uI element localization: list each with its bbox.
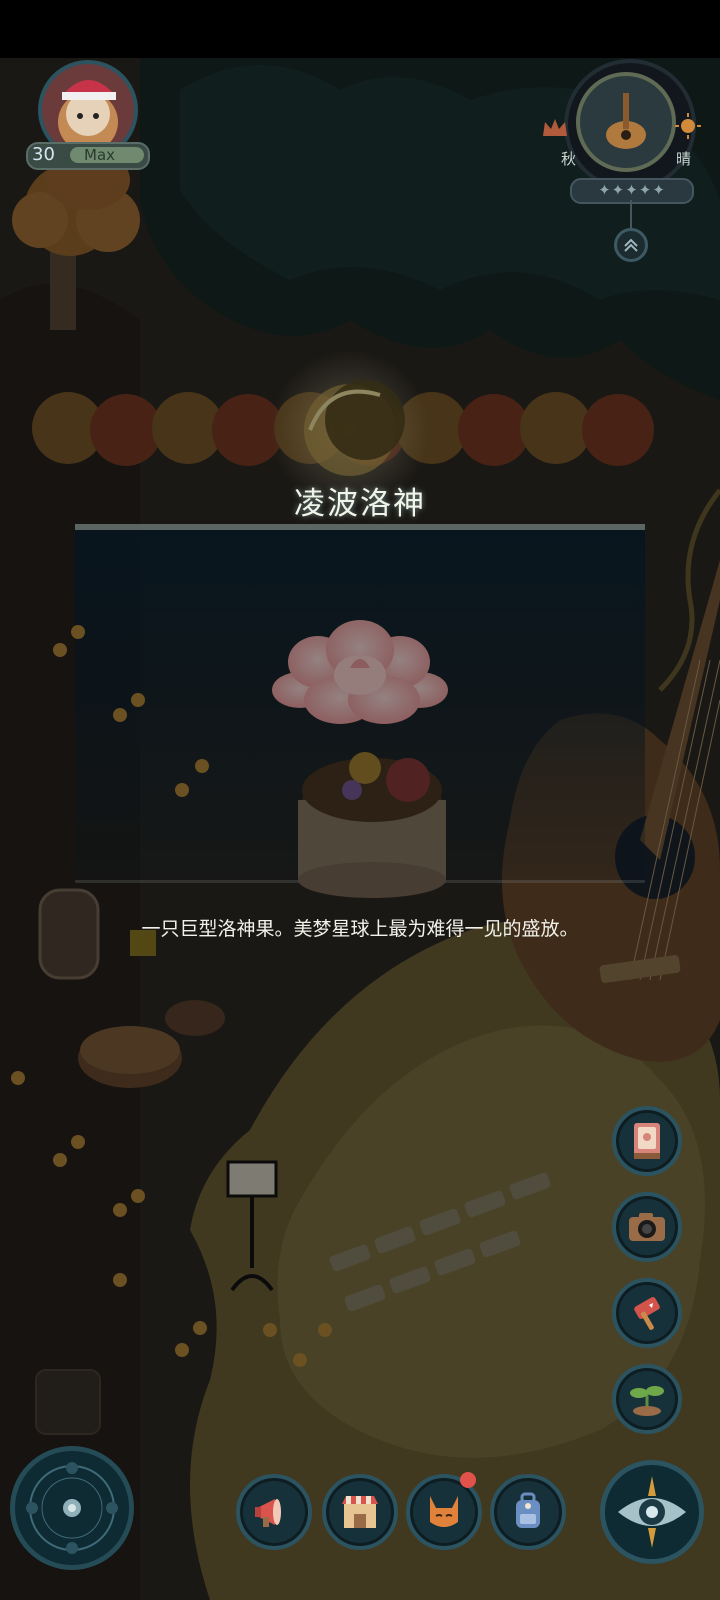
item-description: 一只巨型洛神果。美梦星球上最为难得一见的盛放。 (141, 918, 579, 940)
weather-stars: ✦✦✦✦✦ (570, 178, 694, 204)
camera-icon (629, 1213, 665, 1241)
level-bar: 30 Max (26, 142, 150, 170)
explore-button[interactable] (600, 1460, 704, 1564)
megaphone-icon (255, 1499, 281, 1527)
weather-label: 晴 (676, 150, 692, 168)
camera-button[interactable] (612, 1192, 682, 1262)
compass-eye-icon (618, 1476, 686, 1548)
level-number: 30 (32, 144, 55, 165)
sun-icon (674, 112, 702, 140)
sprout-icon (630, 1386, 664, 1416)
shop-icon (342, 1496, 378, 1528)
magic-circle-icon (26, 1462, 118, 1554)
expand-button[interactable] (614, 228, 648, 262)
sprout-button[interactable] (612, 1364, 682, 1434)
fox-icon (430, 1496, 458, 1527)
hammer-icon (634, 1297, 660, 1330)
dial-connector (630, 200, 632, 230)
backpack-button[interactable] (490, 1474, 566, 1550)
notification-badge (460, 1472, 476, 1488)
game-screen: 30 Max 秋 晴 ✦✦✦✦✦ 凌波洛神 一只巨型洛神果。美梦星球上最为难得一… (0, 0, 720, 1600)
announcement-button[interactable] (236, 1474, 312, 1550)
journal-button[interactable] (612, 1106, 682, 1176)
garden-scene (0, 0, 720, 1600)
season-label: 秋 (561, 150, 577, 168)
magic-circle-button[interactable] (10, 1446, 134, 1570)
hammer-button[interactable] (612, 1278, 682, 1348)
chevron-up-double-icon (624, 238, 638, 252)
book-icon (634, 1123, 660, 1159)
backpack-icon (516, 1492, 540, 1528)
shop-button[interactable] (322, 1474, 398, 1550)
item-title: 凌波洛神 (294, 486, 426, 522)
level-status: Max (84, 146, 116, 164)
crown-icon (540, 114, 570, 140)
guitar-icon (606, 93, 646, 149)
season-dial[interactable] (576, 72, 676, 172)
